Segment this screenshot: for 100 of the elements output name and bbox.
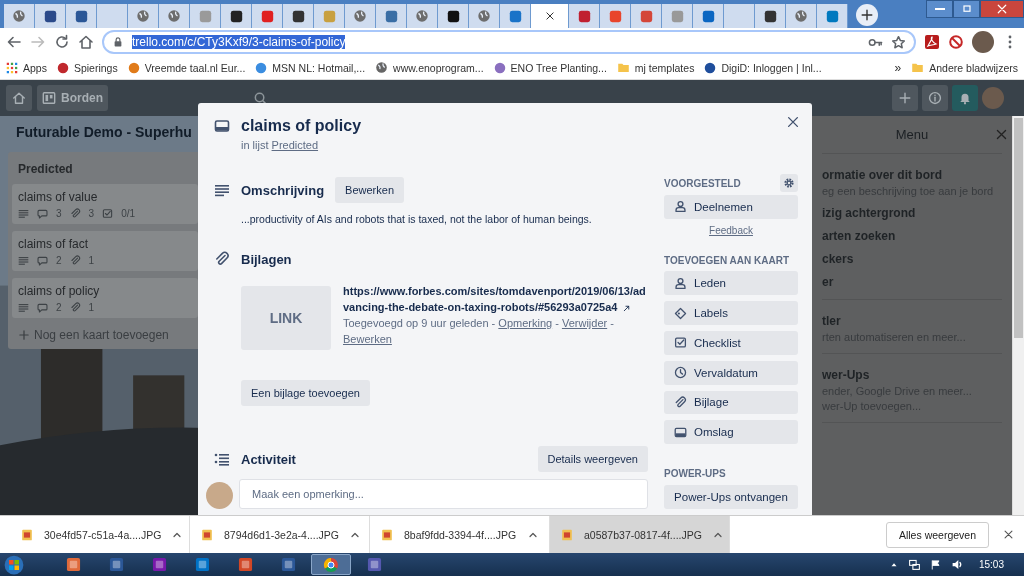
bookmark[interactable]: www.enoprogram...	[375, 61, 484, 74]
minimize-icon	[934, 8, 945, 10]
sidebar-heading: POWER-UPS	[664, 467, 727, 482]
globe-icon	[12, 9, 26, 23]
browser-tab[interactable]	[755, 4, 786, 28]
pdf-icon	[924, 34, 940, 50]
card-icon	[214, 118, 230, 134]
bookmark-folder[interactable]: Andere bladwijzers	[911, 61, 1018, 74]
list-card[interactable]: claims of fact 2 1	[12, 231, 198, 271]
more-bookmarks-button[interactable]: »	[894, 60, 902, 75]
forward-icon	[30, 34, 46, 50]
details-button[interactable]: Details weergeven	[537, 446, 648, 472]
attachment-action-link[interactable]: Bewerken	[343, 333, 392, 345]
badge-count: 1	[88, 255, 95, 266]
lock-icon	[112, 36, 124, 48]
plus-icon	[860, 8, 874, 22]
address-bar[interactable]: trello.com/c/CTy3Kxf9/3-claims-of-policy	[102, 30, 916, 54]
image-file-icon	[380, 527, 394, 542]
bookmark[interactable]: Vreemde taal.nl Eur...	[127, 61, 246, 74]
volume-icon	[950, 558, 964, 571]
paperclip-icon	[69, 302, 81, 313]
settings-button[interactable]	[780, 174, 798, 192]
list-card[interactable]: claims of policy 2 1	[12, 278, 198, 318]
taskbar-app[interactable]	[311, 554, 351, 575]
close-icon	[544, 11, 555, 21]
globe-icon	[375, 61, 389, 74]
badge-count: 1	[88, 302, 95, 313]
attachment-link[interactable]: https://www.forbes.com/sites/tomdavenport/2019/06/13/advancing-the-debate-on-taxing-robots/#56293a0725a4	[343, 283, 648, 315]
badge-count: 2	[56, 255, 62, 266]
add-button[interactable]	[892, 85, 918, 111]
badge-count: 3	[88, 208, 95, 219]
comment-icon	[37, 302, 48, 313]
home-button[interactable]	[6, 85, 32, 111]
scrollbar[interactable]	[1012, 116, 1024, 515]
reload-icon	[54, 34, 70, 50]
profile-avatar[interactable]	[972, 31, 994, 53]
description-text: ...productivity of AIs and robots that is taxed, not the labor of human beings.	[241, 213, 593, 225]
browser-tab[interactable]	[35, 4, 66, 28]
comment-field[interactable]: Maak een opmerking...	[239, 479, 648, 509]
search-icon	[253, 90, 268, 106]
settings-icon	[783, 177, 795, 189]
card-title: claims of fact	[18, 237, 90, 251]
close-icon[interactable]	[1003, 529, 1014, 540]
bookmark[interactable]: ENO Tree Planting...	[493, 61, 607, 74]
description-icon	[18, 208, 29, 219]
plus-icon	[898, 91, 912, 105]
bookmark[interactable]: MSN NL: Hotmail,...	[255, 61, 366, 74]
flag-icon	[929, 558, 942, 571]
sidebar-button[interactable]: Labels	[664, 301, 798, 325]
show-all-button[interactable]: Alles weergeven	[885, 521, 989, 548]
sidebar-button[interactable]: Leden	[664, 271, 798, 296]
badge-count: 0/1	[121, 208, 136, 219]
card-title: claims of value	[18, 190, 99, 204]
bookmark[interactable]: mj templates	[616, 61, 695, 74]
globe-icon	[353, 9, 367, 23]
new-tab-button[interactable]	[856, 4, 878, 26]
back-icon	[6, 34, 22, 50]
scrollbar-thumb[interactable]	[1014, 118, 1023, 338]
close-icon[interactable]	[786, 115, 800, 129]
start-button-icon[interactable]	[4, 554, 24, 575]
board-icon	[42, 91, 56, 105]
list-card[interactable]: claims of value 3 3 0/1	[12, 184, 198, 224]
sidebar-button[interactable]: Checklist	[664, 331, 798, 355]
sidebar-button[interactable]: Vervaldatum	[664, 360, 798, 385]
globe-icon	[415, 9, 429, 23]
attachment-action-link[interactable]: Verwijder	[561, 317, 608, 329]
bookmark[interactable]: Spierings	[56, 61, 118, 74]
browser-tab[interactable]	[283, 4, 314, 28]
feedback-link[interactable]: Feedback	[709, 224, 753, 236]
edit-button[interactable]: Bewerken	[335, 177, 404, 203]
attachment-action-link[interactable]: Opmerking	[498, 317, 553, 329]
section-heading: Bijlagen	[241, 251, 292, 267]
browser-logo-icon	[323, 556, 339, 573]
add-attachment-button[interactable]: Een bijlage toevoegen	[241, 380, 370, 406]
list-link[interactable]: Predicted	[271, 139, 319, 151]
minimize-button[interactable]	[926, 0, 953, 18]
sidebar-button[interactable]: Omslag	[664, 420, 798, 445]
image-file-icon	[200, 527, 214, 542]
notifications-button[interactable]	[952, 85, 978, 111]
browser-tab[interactable]	[438, 4, 469, 28]
maximize-button[interactable]	[953, 0, 980, 18]
bookmark[interactable]: DigiD: Inloggen | Inl...	[704, 61, 822, 74]
info-button[interactable]	[922, 85, 948, 111]
attachment-details: Toegevoegd op 9 uur geleden - Opmerking - Verwijder - Bewerken	[343, 316, 615, 347]
image-file-icon	[560, 527, 574, 542]
download-item[interactable]: a0587b37-0817-4f....JPG	[550, 515, 730, 554]
close-button[interactable]	[980, 0, 1024, 18]
card-title: claims of policy	[241, 117, 362, 135]
description-icon	[18, 255, 29, 266]
menu-title: Menu	[895, 127, 929, 142]
sidebar-button[interactable]: Bijlage	[664, 390, 798, 415]
sidebar-button[interactable]: Deelnemen	[664, 195, 798, 219]
power-ups-button[interactable]: Power-Ups ontvangen	[664, 485, 798, 509]
link-thumbnail[interactable]: LINK	[241, 286, 331, 350]
url-text: trello.com/c/CTy3Kxf9/3-claims-of-policy	[132, 35, 346, 49]
paperclip-icon	[214, 251, 230, 267]
bookmark[interactable]: Apps	[6, 61, 47, 74]
blocked-icon	[948, 34, 964, 50]
close-icon	[996, 3, 1008, 15]
browser-tab[interactable]	[221, 4, 252, 28]
